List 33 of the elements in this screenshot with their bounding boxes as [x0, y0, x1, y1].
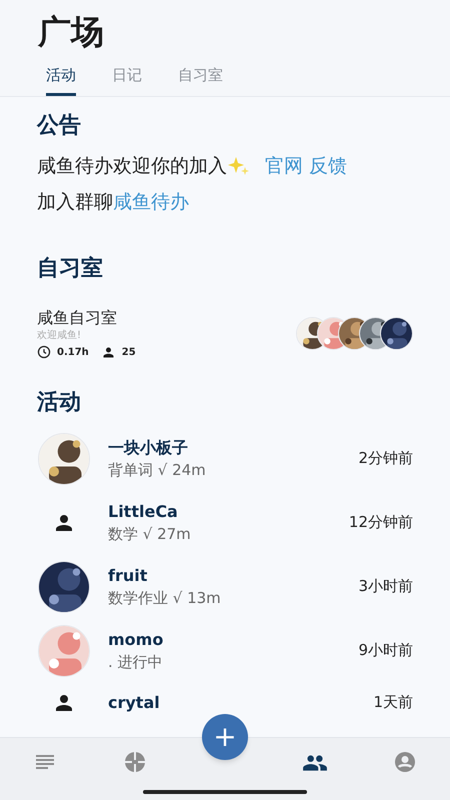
add-button[interactable]: + [202, 714, 248, 760]
tab[interactable]: 日记 [112, 64, 142, 96]
study-hours: 0.17h [57, 346, 89, 360]
user-name: LittleCa [108, 500, 179, 522]
user-name: crytal [108, 692, 161, 714]
activity-detail: 数学 √ 27m [108, 524, 192, 544]
room-name: 咸鱼自习室 [37, 306, 118, 328]
notice-text: 咸鱼待办欢迎你的加入 [37, 154, 227, 178]
clock-icon [37, 345, 51, 359]
notice-link[interactable]: 反馈 [309, 152, 347, 180]
tab[interactable]: 活动 [46, 64, 76, 96]
activity-time: 1天前 [373, 692, 413, 714]
tab[interactable]: 自习室 [178, 64, 223, 96]
activity-time: 9小时前 [358, 640, 413, 662]
member-count: 25 [122, 346, 136, 360]
activity-time: 12分钟前 [348, 512, 413, 534]
activity-detail: . 进行中 [108, 652, 164, 672]
user-name: fruit [108, 564, 148, 586]
section-heading: 公告 [37, 112, 82, 140]
notice-link[interactable]: 咸鱼待办 [113, 188, 189, 216]
user-name: momo [108, 628, 164, 650]
person-icon [100, 344, 116, 360]
activity-time: 3小时前 [358, 576, 413, 598]
activity-detail: 数学作业 √ 13m [108, 588, 222, 608]
section-heading: 活动 [37, 388, 82, 416]
page-title: 广场 [38, 11, 105, 53]
section-heading: 自习室 [37, 254, 104, 282]
room-motto: 欢迎咸鱼! [37, 328, 82, 342]
notice-text: 加入群聊 [37, 190, 113, 214]
notice-link[interactable]: 官网 [265, 152, 303, 180]
user-name: 一块小板子 [108, 436, 189, 458]
activity-time: 2分钟前 [358, 448, 413, 470]
activity-detail: 背单词 √ 24m [108, 460, 207, 480]
